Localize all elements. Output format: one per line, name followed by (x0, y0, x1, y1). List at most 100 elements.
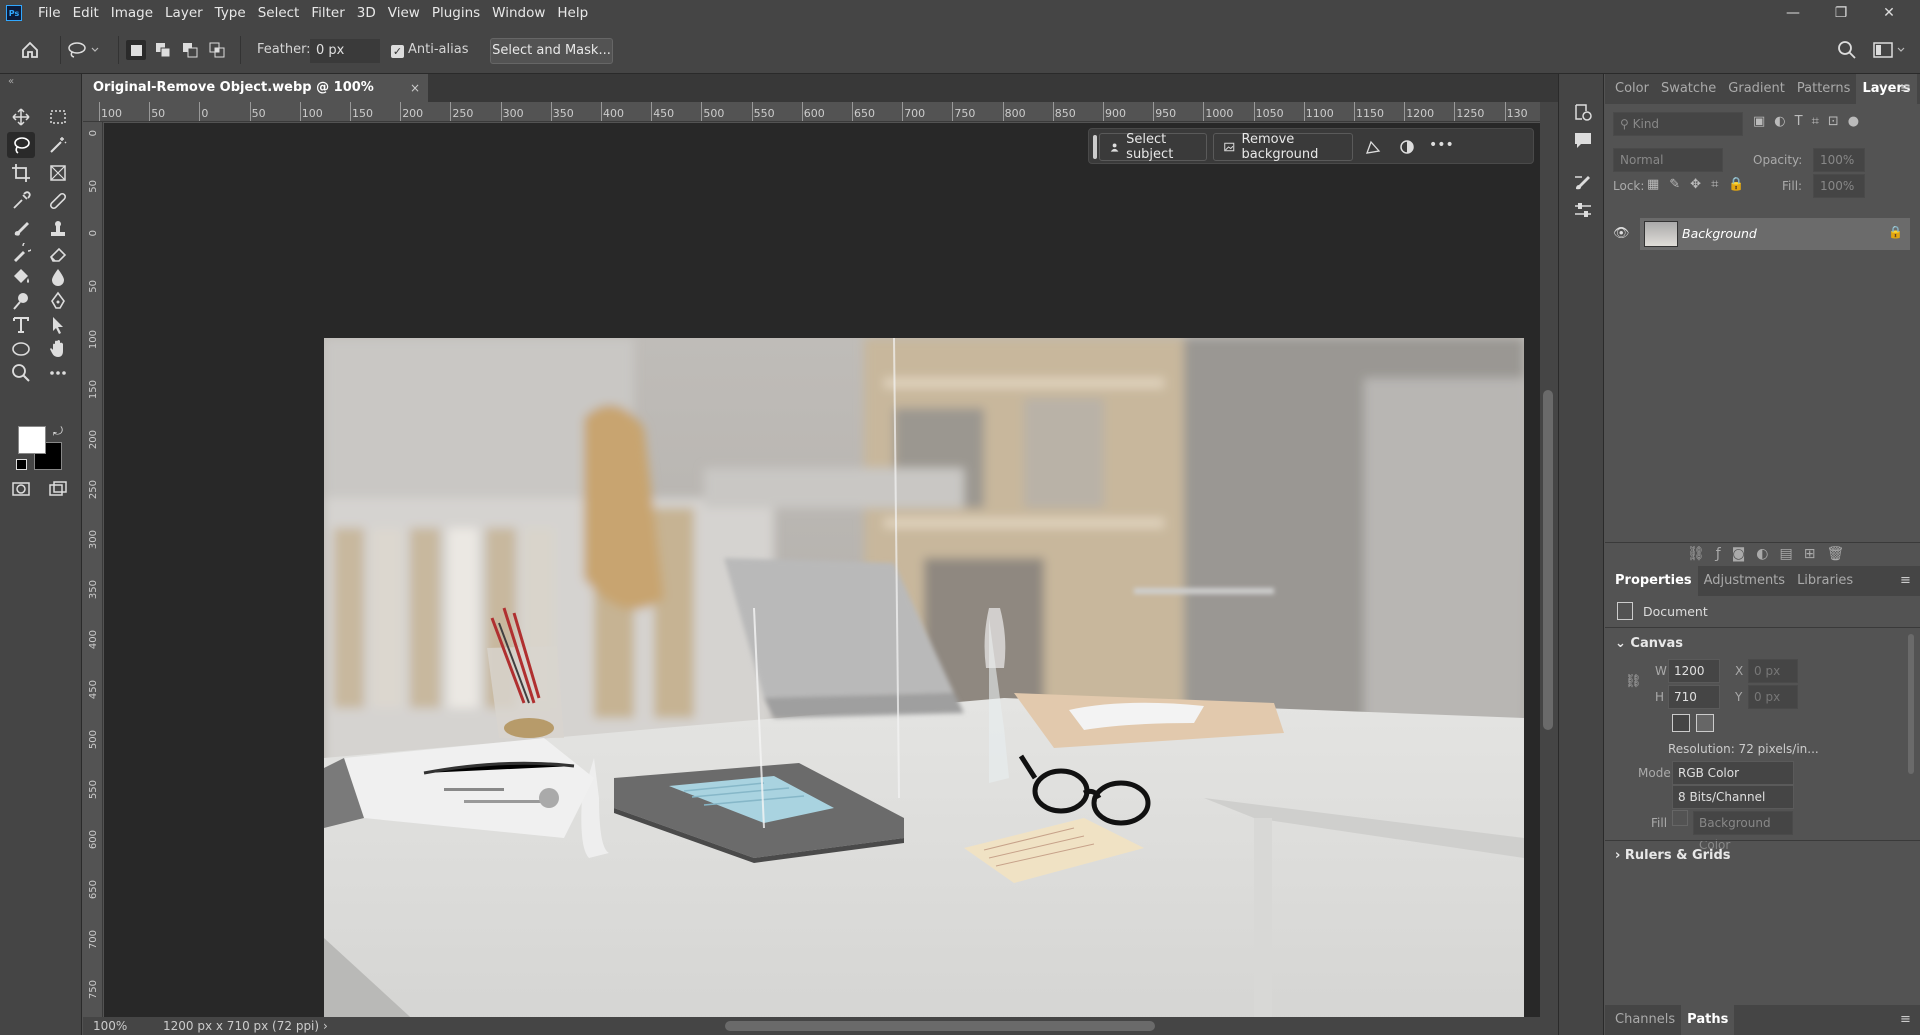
home-icon[interactable] (20, 40, 40, 64)
x-input[interactable]: 0 px (1748, 659, 1798, 683)
history-icon[interactable] (1573, 102, 1593, 126)
brush-tool-icon[interactable] (7, 216, 35, 242)
width-input[interactable]: 1200 px (1668, 659, 1720, 700)
menu-type[interactable]: Type (209, 0, 252, 26)
drag-handle[interactable] (1093, 135, 1097, 159)
lock-icons[interactable]: ▦✎✥⌗🔒 (1647, 177, 1755, 192)
link-icon[interactable]: ⛓ (1625, 674, 1642, 689)
canvas-area[interactable] (104, 123, 1540, 1018)
menu-help[interactable]: Help (551, 0, 594, 26)
layer-row-background[interactable]: 👁 Background 🔒 (1613, 218, 1910, 250)
transform-icon[interactable] (1365, 139, 1381, 159)
menu-file[interactable]: File (32, 0, 67, 26)
opacity-input[interactable]: 100% (1813, 148, 1865, 172)
brush-settings-icon[interactable] (1573, 172, 1593, 196)
bottom-panel-menu-icon[interactable]: ≡ (1900, 1005, 1911, 1035)
remove-background-button[interactable]: Remove background (1213, 132, 1353, 162)
hand-tool-icon[interactable] (44, 336, 72, 362)
lock-icon[interactable]: 🔒 (1888, 225, 1903, 239)
restore-button[interactable]: ❐ (1818, 0, 1864, 26)
close-window-button[interactable]: ✕ (1866, 0, 1912, 26)
lasso-tool-icon[interactable] (7, 132, 35, 158)
pen-tool-icon[interactable] (44, 288, 72, 314)
lasso-preset-icon[interactable] (66, 40, 100, 64)
close-tab-icon[interactable]: × (410, 74, 420, 102)
menu-3d[interactable]: 3D (351, 0, 382, 26)
layer-actions-icons[interactable]: ⛓ƒ◙◐▤⊞🗑 (1687, 546, 1855, 562)
ellipse-tool-icon[interactable] (7, 336, 35, 362)
rulers-grids-section[interactable]: › Rulers & Grids (1605, 848, 1920, 863)
eraser-tool-icon[interactable] (44, 240, 72, 266)
history-brush-tool-icon[interactable] (7, 240, 35, 266)
clone-stamp-tool-icon[interactable] (44, 216, 72, 242)
subtract-selection-icon[interactable] (180, 40, 200, 60)
eye-icon[interactable]: 👁 (1613, 226, 1630, 241)
feather-input[interactable]: 0 px (310, 39, 380, 63)
crop-tool-icon[interactable] (7, 160, 35, 186)
minimize-button[interactable]: — (1770, 0, 1816, 26)
height-input[interactable]: 710 px (1668, 685, 1720, 726)
default-colors-icon[interactable] (16, 459, 27, 470)
search-icon[interactable] (1837, 40, 1857, 64)
fill-swatch[interactable] (1672, 810, 1688, 826)
zoom-tool-icon[interactable] (7, 360, 35, 386)
tab-adjustments[interactable]: Adjustments (1698, 566, 1791, 596)
move-tool-icon[interactable] (7, 104, 35, 130)
tab-channels[interactable]: Channels (1605, 1005, 1681, 1035)
layer-filter-icons[interactable]: ▣◐T⌗⊡● (1753, 114, 1868, 129)
select-subject-button[interactable]: Select subject (1099, 132, 1207, 162)
blend-mode-select[interactable]: Normal (1613, 148, 1723, 172)
more-options-icon[interactable]: ••• (1429, 137, 1454, 153)
adjustment-icon[interactable] (1399, 139, 1415, 159)
intersect-selection-icon[interactable] (207, 40, 227, 60)
comments-icon[interactable] (1573, 130, 1593, 154)
portrait-icon[interactable] (1672, 714, 1690, 732)
type-tool-icon[interactable] (7, 312, 35, 338)
collapse-tools-icon[interactable]: « (8, 76, 14, 87)
tab-paths[interactable]: Paths (1681, 1005, 1735, 1035)
menu-select[interactable]: Select (252, 0, 306, 26)
magic-wand-tool-icon[interactable] (44, 132, 72, 158)
healing-brush-tool-icon[interactable] (44, 188, 72, 214)
vertical-scroll-thumb[interactable] (1543, 390, 1553, 730)
tab-patterns[interactable]: Patterns (1791, 74, 1857, 104)
more-tools-icon[interactable] (44, 360, 72, 386)
status-arrow-icon[interactable]: › (323, 1017, 328, 1035)
tab-properties[interactable]: Properties (1605, 566, 1698, 596)
blur-tool-icon[interactable] (44, 264, 72, 290)
tab-libraries[interactable]: Libraries (1791, 566, 1859, 596)
properties-menu-icon[interactable]: ≡ (1900, 566, 1911, 596)
panel-menu-icon[interactable]: ≡ (1900, 74, 1911, 104)
bits-select[interactable]: 8 Bits/Channel (1672, 785, 1794, 809)
y-input[interactable]: 0 px (1748, 685, 1798, 709)
add-selection-icon[interactable] (153, 40, 173, 60)
tab-gradient[interactable]: Gradient (1722, 74, 1791, 104)
workspace-icon[interactable] (1873, 40, 1907, 64)
document-tab[interactable]: Original-Remove Object.webp @ 100% (RGB/… (83, 74, 428, 123)
landscape-icon[interactable] (1696, 714, 1714, 732)
tab-swatches[interactable]: Swatche (1655, 74, 1722, 104)
swap-colors-icon[interactable]: ⤾ (53, 424, 63, 439)
quick-mask-icon[interactable] (7, 476, 35, 502)
kind-filter-select[interactable]: ⚲ Kind (1613, 112, 1743, 136)
fill-input[interactable]: 100% (1813, 174, 1865, 198)
path-selection-tool-icon[interactable] (44, 312, 72, 338)
tab-color[interactable]: Color (1605, 74, 1655, 104)
adjustments-sliders-icon[interactable] (1573, 200, 1593, 224)
layer-name[interactable]: Background (1682, 226, 1757, 241)
menu-layer[interactable]: Layer (159, 0, 209, 26)
properties-scrollbar[interactable] (1908, 634, 1914, 774)
menu-edit[interactable]: Edit (67, 0, 105, 26)
menu-plugins[interactable]: Plugins (426, 0, 486, 26)
horizontal-scroll-thumb[interactable] (725, 1021, 1155, 1031)
menu-filter[interactable]: Filter (305, 0, 350, 26)
foreground-color-swatch-front[interactable] (18, 426, 46, 454)
mode-select[interactable]: RGB Color (1672, 761, 1794, 785)
menu-view[interactable]: View (382, 0, 426, 26)
antialias-checkbox[interactable]: ✓ (391, 45, 404, 58)
marquee-tool-icon[interactable] (44, 104, 72, 130)
menu-image[interactable]: Image (105, 0, 159, 26)
paint-bucket-tool-icon[interactable] (7, 264, 35, 290)
eyedropper-tool-icon[interactable] (7, 188, 35, 214)
select-and-mask-button[interactable]: Select and Mask... (490, 38, 613, 64)
